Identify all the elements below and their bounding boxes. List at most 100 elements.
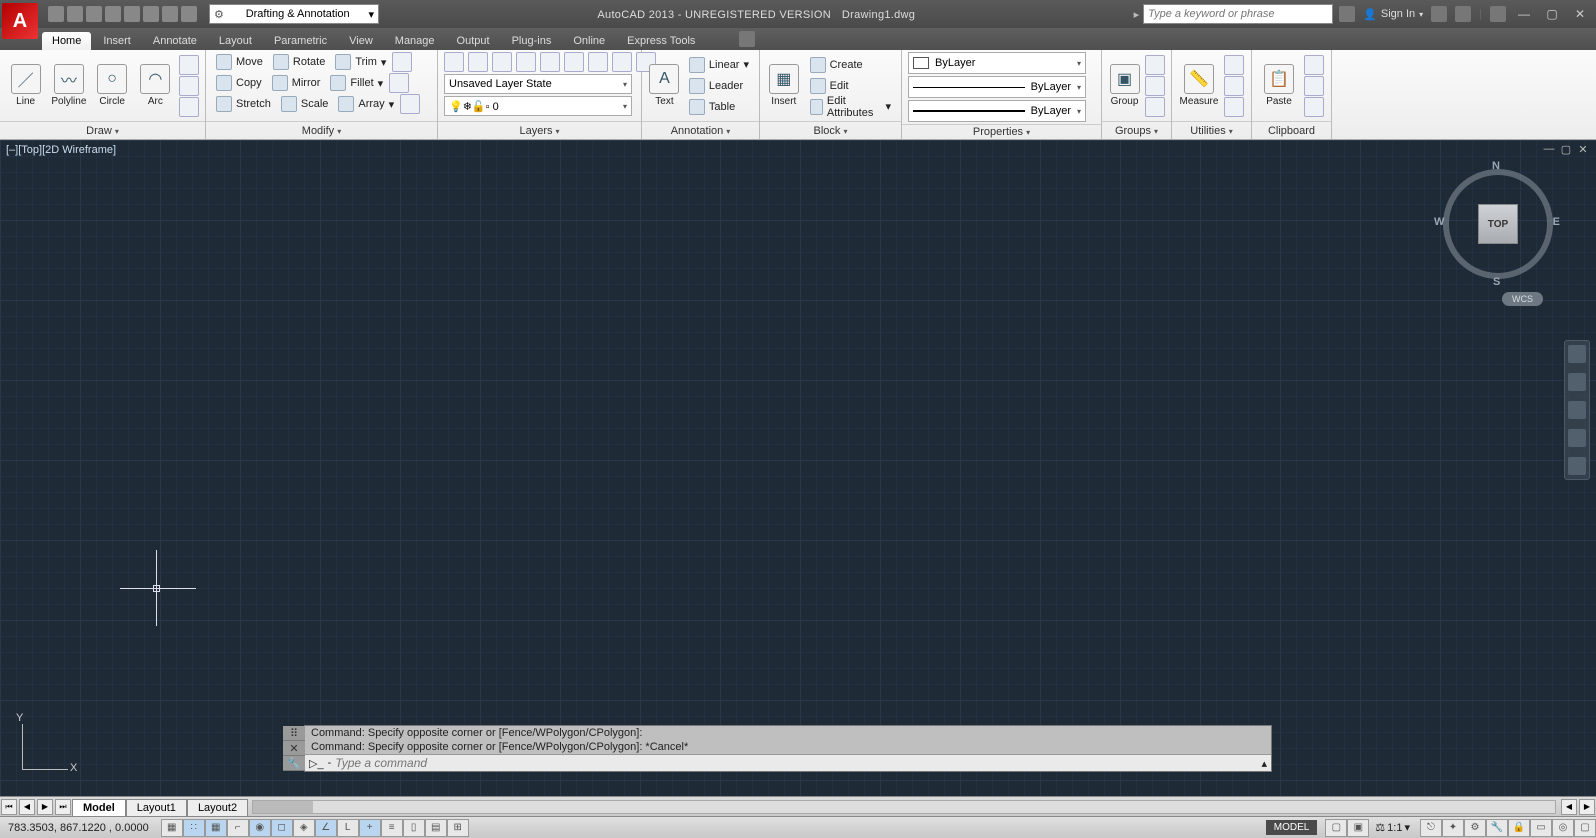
layer-state-dropdown[interactable]: Unsaved Layer State [444, 74, 632, 94]
layer-icon-8[interactable] [612, 52, 632, 72]
scroll-left-icon[interactable]: ◀ [1561, 799, 1577, 815]
status-toolbar-icon[interactable]: 🔧 [1486, 819, 1508, 837]
layer-icon-7[interactable] [588, 52, 608, 72]
tab-online[interactable]: Online [563, 32, 615, 50]
app-logo[interactable]: A [2, 3, 38, 39]
edit-button[interactable]: Edit [806, 76, 895, 96]
editattrib-button[interactable]: Edit Attributes▾ [806, 97, 895, 117]
maximize-button[interactable]: ▢ [1542, 7, 1562, 21]
tab-last-icon[interactable]: ⏭ [55, 799, 71, 815]
workspace-dropdown[interactable]: Drafting & Annotation▾ [209, 4, 379, 24]
command-input[interactable] [335, 756, 1257, 770]
qat-redo-icon[interactable] [181, 6, 197, 22]
cut-icon[interactable] [1304, 55, 1324, 75]
tab-layout1[interactable]: Layout1 [126, 799, 187, 816]
panel-annotation-title[interactable]: Annotation [671, 125, 724, 137]
status-otrack-icon[interactable]: ∠ [315, 819, 337, 837]
status-osnap-icon[interactable]: ◻ [271, 819, 293, 837]
tab-annotate[interactable]: Annotate [143, 32, 207, 50]
mirror-button[interactable]: Mirror [268, 73, 325, 93]
tab-plugins[interactable]: Plug-ins [502, 32, 562, 50]
modify-extra1-icon[interactable] [392, 52, 412, 72]
status-snap-icon[interactable]: ∷ [183, 819, 205, 837]
qat-print-icon[interactable] [143, 6, 159, 22]
group-extra2-icon[interactable] [1145, 76, 1165, 96]
status-ortho-icon[interactable]: ⌐ [227, 819, 249, 837]
linear-button[interactable]: Linear▾ [685, 55, 753, 75]
panel-groups-title[interactable]: Groups [1115, 125, 1151, 137]
trim-button[interactable]: Trim▾ [331, 52, 390, 72]
array-button[interactable]: Array▾ [334, 94, 398, 114]
util-extra3-icon[interactable] [1224, 97, 1244, 117]
panel-block-title[interactable]: Block [814, 125, 841, 137]
annotation-scale-dropdown[interactable]: ⚖ 1:1 ▾ [1369, 821, 1416, 834]
table-button[interactable]: Table [685, 97, 753, 117]
exchange-x-icon[interactable] [1431, 6, 1447, 22]
status-isolate-icon[interactable]: ◎ [1552, 819, 1574, 837]
tab-insert[interactable]: Insert [93, 32, 141, 50]
clip-extra-icon[interactable] [1304, 97, 1324, 117]
measure-button[interactable]: 📏Measure [1178, 56, 1220, 116]
viewport-label[interactable]: [–][Top][2D Wireframe] [6, 144, 116, 156]
status-polar-icon[interactable]: ◉ [249, 819, 271, 837]
viewcube-n[interactable]: N [1492, 160, 1500, 172]
tab-layout[interactable]: Layout [209, 32, 262, 50]
panel-layers-title[interactable]: Layers [519, 125, 552, 137]
tab-model[interactable]: Model [72, 799, 126, 816]
viewcube-e[interactable]: E [1553, 216, 1560, 228]
layer-icon-2[interactable] [468, 52, 488, 72]
leader-button[interactable]: Leader [685, 76, 753, 96]
util-extra1-icon[interactable] [1224, 55, 1244, 75]
qat-save-icon[interactable] [86, 6, 102, 22]
cmd-recent-icon[interactable]: ▴ [1261, 757, 1267, 770]
fillet-button[interactable]: Fillet▾ [326, 73, 387, 93]
paste-button[interactable]: 📋Paste [1258, 56, 1300, 116]
cmd-handle-icon[interactable]: ⠿ [283, 726, 305, 741]
status-layout-icon[interactable]: ▢ [1325, 819, 1347, 837]
viewport-minimize-icon[interactable]: — [1542, 143, 1556, 157]
minimize-button[interactable]: — [1514, 7, 1534, 21]
nav-pan-icon[interactable] [1568, 373, 1586, 391]
viewport-close-icon[interactable]: ✕ [1576, 143, 1590, 157]
status-qp-icon[interactable]: ▤ [425, 819, 447, 837]
nav-orbit-icon[interactable] [1568, 429, 1586, 447]
tab-output[interactable]: Output [447, 32, 500, 50]
exchange-a-icon[interactable] [1455, 6, 1471, 22]
layer-icon-6[interactable] [564, 52, 584, 72]
status-infer-icon[interactable]: ▦ [161, 819, 183, 837]
rotate-button[interactable]: Rotate [269, 52, 329, 72]
close-button[interactable]: ✕ [1570, 7, 1590, 21]
modify-extra3-icon[interactable] [400, 94, 420, 114]
hatch-icon[interactable] [179, 97, 199, 117]
status-lock-icon[interactable]: 🔒 [1508, 819, 1530, 837]
copyclip-icon[interactable] [1304, 76, 1324, 96]
status-annoscale-icon[interactable]: ⎋ [1420, 819, 1442, 837]
status-ws-icon[interactable]: ⚙ [1464, 819, 1486, 837]
tab-next-icon[interactable]: ▶ [37, 799, 53, 815]
status-hardware-icon[interactable]: ▭ [1530, 819, 1552, 837]
qat-open-icon[interactable] [67, 6, 83, 22]
viewcube-s[interactable]: S [1493, 276, 1500, 288]
status-lwt-icon[interactable]: ≡ [381, 819, 403, 837]
horizontal-scrollbar[interactable] [252, 800, 1556, 814]
text-button[interactable]: AText [648, 56, 681, 116]
viewport-maximize-icon[interactable]: ▢ [1559, 143, 1573, 157]
rectangle-icon[interactable] [179, 55, 199, 75]
tab-first-icon[interactable]: ⏮ [1, 799, 17, 815]
viewcube-w[interactable]: W [1434, 216, 1444, 228]
wcs-label[interactable]: WCS [1502, 292, 1543, 306]
layer-icon-3[interactable] [492, 52, 512, 72]
signin-button[interactable]: 👤 Sign In ▾ [1363, 8, 1423, 21]
cmd-close-icon[interactable]: ✕ [283, 741, 305, 756]
group-button[interactable]: ▣Group [1108, 56, 1141, 116]
insert-button[interactable]: ▦Insert [766, 56, 802, 116]
modify-extra2-icon[interactable] [389, 73, 409, 93]
qat-new-icon[interactable] [48, 6, 64, 22]
status-cleanscreen-icon[interactable]: ▢ [1574, 819, 1596, 837]
tab-prev-icon[interactable]: ◀ [19, 799, 35, 815]
ellipse-icon[interactable] [179, 76, 199, 96]
tab-manage[interactable]: Manage [385, 32, 445, 50]
move-button[interactable]: Move [212, 52, 267, 72]
lineweight-dropdown[interactable]: ByLayer [908, 100, 1086, 122]
status-tpy-icon[interactable]: ▯ [403, 819, 425, 837]
